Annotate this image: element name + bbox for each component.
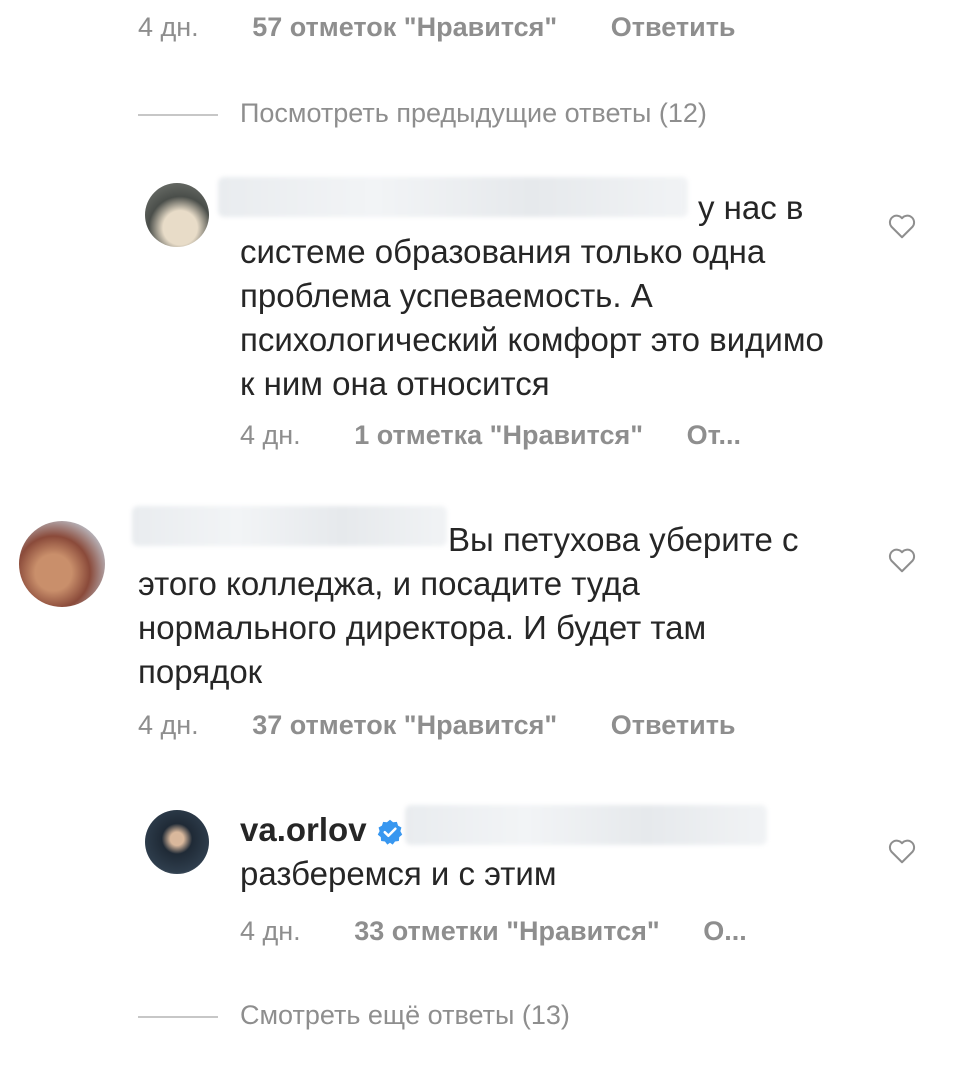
comment-text: Вы петухова уберите с этого колледжа, и … (138, 521, 799, 690)
view-previous-replies[interactable]: Посмотреть предыдущие ответы (12) (240, 98, 707, 129)
verified-badge-icon (377, 820, 402, 845)
likes-count[interactable]: 57 отметок "Нравится" (252, 12, 557, 42)
heart-outline-icon[interactable] (887, 546, 917, 574)
reply-button[interactable]: Ответить (611, 12, 736, 42)
likes-count[interactable]: 37 отметок "Нравится" (252, 710, 557, 740)
top-comment-meta: 4 дн. 57 отметок "Нравится" Ответить (138, 12, 736, 43)
username-link[interactable]: va.orlov (240, 811, 367, 848)
comment-text: разберемся и с этим (240, 855, 557, 892)
likes-count[interactable]: 33 отметки "Нравится" (354, 916, 660, 946)
view-more-replies[interactable]: Смотреть ещё ответы (13) (240, 1000, 570, 1031)
avatar[interactable] (145, 810, 209, 874)
thread-divider (138, 114, 218, 116)
comment-time: 4 дн. (240, 916, 301, 946)
likes-count[interactable]: 1 отметка "Нравится" (354, 420, 643, 450)
comment-time: 4 дн. (138, 12, 199, 42)
avatar[interactable] (145, 183, 209, 247)
heart-outline-icon[interactable] (887, 837, 917, 865)
comment-time: 4 дн. (240, 420, 301, 450)
comment-meta: 4 дн. 37 отметок "Нравится" Ответить (138, 710, 736, 741)
comment-meta: 4 дн. 1 отметка "Нравится" От... (240, 420, 741, 451)
comment-header: va.orlov (240, 808, 404, 852)
comment-time: 4 дн. (138, 710, 199, 740)
thread-divider (138, 1016, 218, 1018)
redacted-mention (405, 805, 767, 845)
reply-button[interactable]: О... (703, 916, 747, 946)
avatar[interactable] (19, 521, 105, 607)
comment-meta: 4 дн. 33 отметки "Нравится" О... (240, 916, 747, 947)
heart-outline-icon[interactable] (887, 212, 917, 240)
reply-button[interactable]: От... (687, 420, 741, 450)
comment-text: у нас в системе образования только одна … (240, 189, 824, 402)
reply-button[interactable]: Ответить (611, 710, 736, 740)
